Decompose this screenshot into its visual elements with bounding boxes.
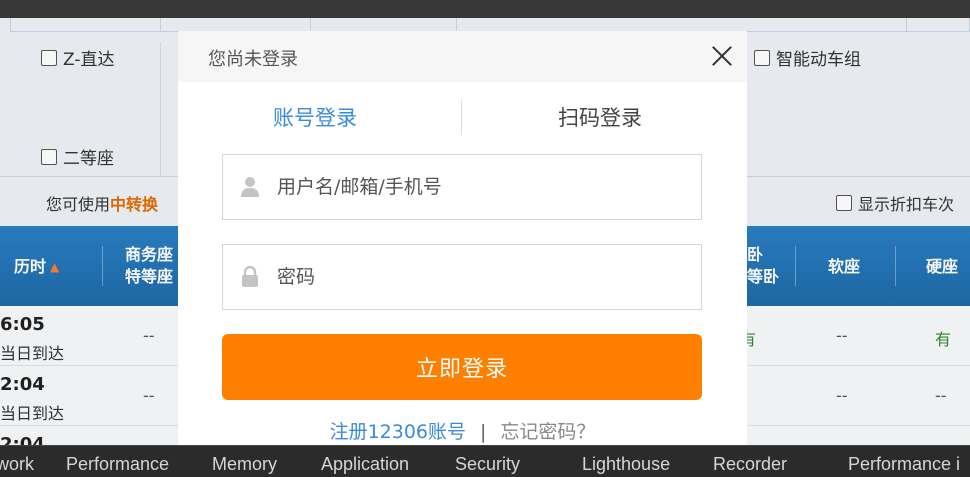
devtools-tab-application[interactable]: Application — [321, 454, 409, 475]
username-field[interactable] — [222, 154, 702, 220]
devtools-tab-performance-insights[interactable]: Performance i — [848, 454, 960, 475]
devtools-tab-lighthouse[interactable]: Lighthouse — [582, 454, 670, 475]
devtools-tab-security[interactable]: Security — [455, 454, 520, 475]
tab-account-login[interactable]: 账号登录 — [273, 102, 357, 132]
close-icon[interactable] — [711, 45, 733, 67]
devtools-tab-strip: work Performance Memory Application Secu… — [0, 445, 970, 477]
login-button[interactable]: 立即登录 — [222, 334, 702, 400]
user-icon — [223, 176, 277, 198]
devtools-tab-network[interactable]: work — [0, 454, 34, 475]
login-modal: 您尚未登录 账号登录 扫码登录 立即登录 注册12306账号 | 忘记密码？ — [178, 31, 747, 445]
tab-qrcode-login[interactable]: 扫码登录 — [558, 102, 642, 132]
devtools-tab-memory[interactable]: Memory — [212, 454, 277, 475]
password-field[interactable] — [222, 244, 702, 310]
link-separator: | — [480, 421, 487, 443]
tab-divider — [461, 99, 462, 135]
username-input[interactable] — [277, 176, 677, 198]
login-tabs: 账号登录 扫码登录 — [178, 82, 747, 154]
register-link[interactable]: 注册12306账号 — [330, 421, 466, 443]
lock-icon — [223, 266, 277, 288]
modal-header: 您尚未登录 — [178, 31, 747, 82]
modal-title: 您尚未登录 — [208, 49, 298, 70]
forgot-password-link[interactable]: 忘记密码？ — [500, 421, 595, 443]
password-input[interactable] — [277, 266, 677, 288]
devtools-tab-performance[interactable]: Performance — [66, 454, 169, 475]
modal-links: 注册12306账号 | 忘记密码？ — [178, 417, 747, 444]
devtools-tab-recorder[interactable]: Recorder — [713, 454, 787, 475]
